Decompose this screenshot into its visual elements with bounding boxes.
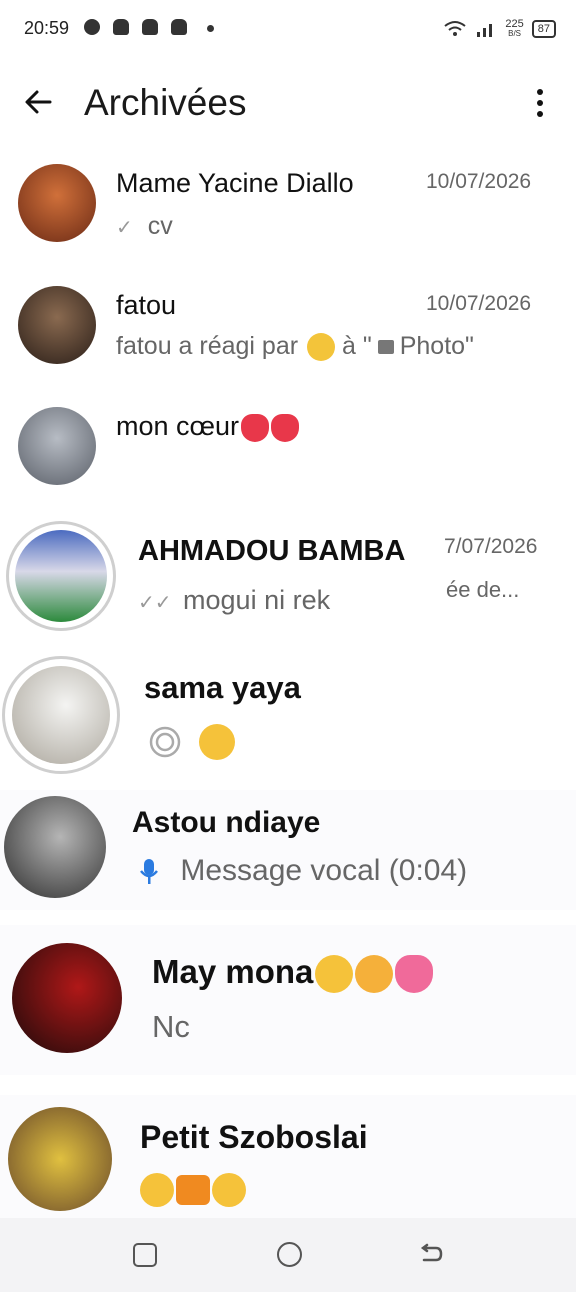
chat-name: fatou <box>116 290 177 320</box>
status-ring-icon <box>149 726 181 758</box>
avatar <box>15 530 107 622</box>
chat-row[interactable]: sama yaya <box>0 648 576 778</box>
avatar <box>18 164 96 242</box>
arrow-left-icon <box>25 90 52 114</box>
chat-name: sama yaya <box>144 670 301 705</box>
chat-date: 10/07/2026 <box>426 292 532 315</box>
page-title: Archivées <box>84 82 247 123</box>
back-arrow-icon[interactable] <box>418 1240 444 1273</box>
party-face-emoji-icon <box>307 333 336 362</box>
snapchat-icon <box>113 19 129 35</box>
vs-emoji-icon <box>176 1175 210 1205</box>
double-check-icon: ✓✓ <box>138 592 172 614</box>
wifi-icon <box>444 21 467 36</box>
laughing-emoji-icon <box>140 1173 174 1207</box>
chat-preview <box>138 1173 246 1207</box>
snapchat-icon <box>171 19 187 35</box>
more-vertical-icon <box>537 89 543 95</box>
chat-name: Petit Szoboslai <box>140 1119 368 1155</box>
chat-row[interactable]: mon cœur <box>0 395 576 505</box>
avatar <box>12 943 122 1053</box>
chat-row[interactable]: Mame Yacine Diallo 10/07/2026 ✓ cv <box>0 150 576 260</box>
dot-icon <box>207 25 214 32</box>
status-right: 225 B/S 87 <box>443 16 556 42</box>
circle-icon[interactable] <box>277 1242 302 1267</box>
chat-preview: ✓✓ mogui ni rek <box>138 585 331 615</box>
heart-ribbon-emoji-icon <box>395 955 434 994</box>
back-button[interactable] <box>22 86 58 122</box>
heart-eyes-emoji-icon <box>198 724 235 760</box>
chat-preview: Nc <box>152 1009 190 1044</box>
chat-row[interactable]: May mona Nc <box>0 925 576 1075</box>
chat-preview: Message vocal (0:04) <box>138 854 467 888</box>
clock: 20:59 <box>24 18 70 38</box>
more-options-button[interactable] <box>528 86 552 120</box>
chat-row[interactable]: AHMADOU BAMBA 7/07/2026 ✓✓ mogui ni rek … <box>0 515 576 635</box>
single-check-icon: ✓ <box>116 217 133 239</box>
smiling-hearts-emoji-icon <box>355 955 394 994</box>
chat-date: 10/07/2026 <box>426 170 532 193</box>
chat-name: AHMADOU BAMBA <box>138 535 406 567</box>
status-bar: 20:59 225 B/S 87 <box>0 0 576 58</box>
chat-preview <box>148 724 235 760</box>
chat-date: 7/07/2026 <box>444 535 538 558</box>
chat-preview: fatou a réagi par à " Photo" <box>116 332 474 362</box>
battery-indicator: 87 <box>531 20 556 38</box>
microphone-icon <box>140 859 158 885</box>
signal-icon <box>477 24 493 37</box>
avatar <box>8 1107 112 1211</box>
snapchat-icon <box>142 19 158 35</box>
heart-emoji-icon <box>241 413 270 442</box>
avatar <box>18 407 96 485</box>
chat-name: Mame Yacine Diallo <box>116 168 354 198</box>
chat-row[interactable]: fatou 10/07/2026 fatou a réagi par à " Ph… <box>0 270 576 380</box>
network-speed: 225 B/S <box>505 18 524 39</box>
chat-preview: ✓ cv <box>116 212 173 240</box>
tears-of-joy-emoji-icon <box>212 1173 246 1207</box>
chat-row[interactable]: Astou ndiaye Message vocal (0:04) <box>0 790 576 910</box>
square-icon[interactable] <box>133 1243 157 1267</box>
chat-row[interactable]: Petit Szoboslai <box>0 1095 576 1218</box>
avatar <box>12 666 110 764</box>
chat-name: mon cœur <box>116 411 300 442</box>
kiss-face-emoji-icon <box>315 955 354 994</box>
heart-emoji-icon <box>271 413 300 442</box>
photo-icon <box>377 340 394 355</box>
chat-name: Astou ndiaye <box>132 806 321 839</box>
preview-overflow: ée de... <box>446 577 520 602</box>
avatar <box>18 286 96 364</box>
facebook-icon <box>84 19 100 35</box>
chat-name: May mona <box>152 953 434 994</box>
avatar <box>4 796 106 898</box>
